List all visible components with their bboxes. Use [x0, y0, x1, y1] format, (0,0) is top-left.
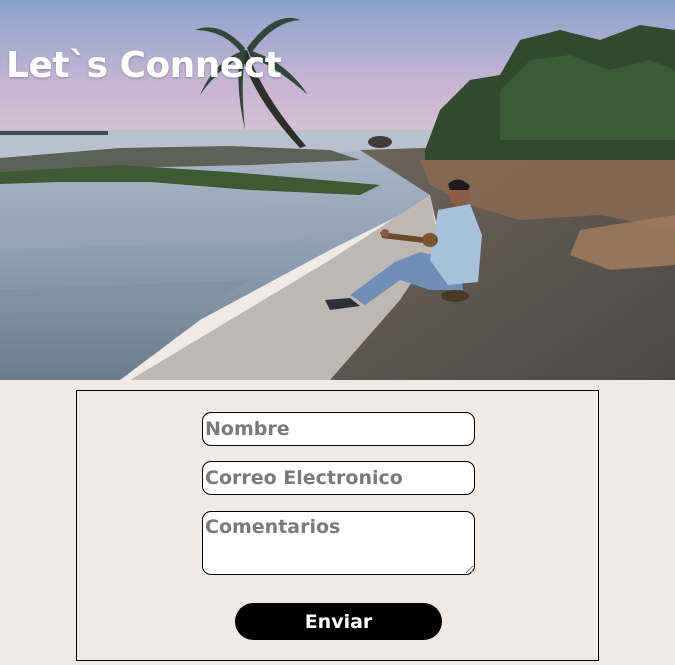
name-field[interactable] — [202, 412, 475, 446]
contact-form: Enviar — [76, 390, 599, 661]
page-title: Let`s Connect — [6, 45, 282, 86]
email-field[interactable] — [202, 461, 475, 495]
comments-field[interactable] — [202, 511, 475, 575]
hero-banner: Let`s Connect — [0, 0, 675, 380]
submit-button[interactable]: Enviar — [235, 603, 442, 640]
